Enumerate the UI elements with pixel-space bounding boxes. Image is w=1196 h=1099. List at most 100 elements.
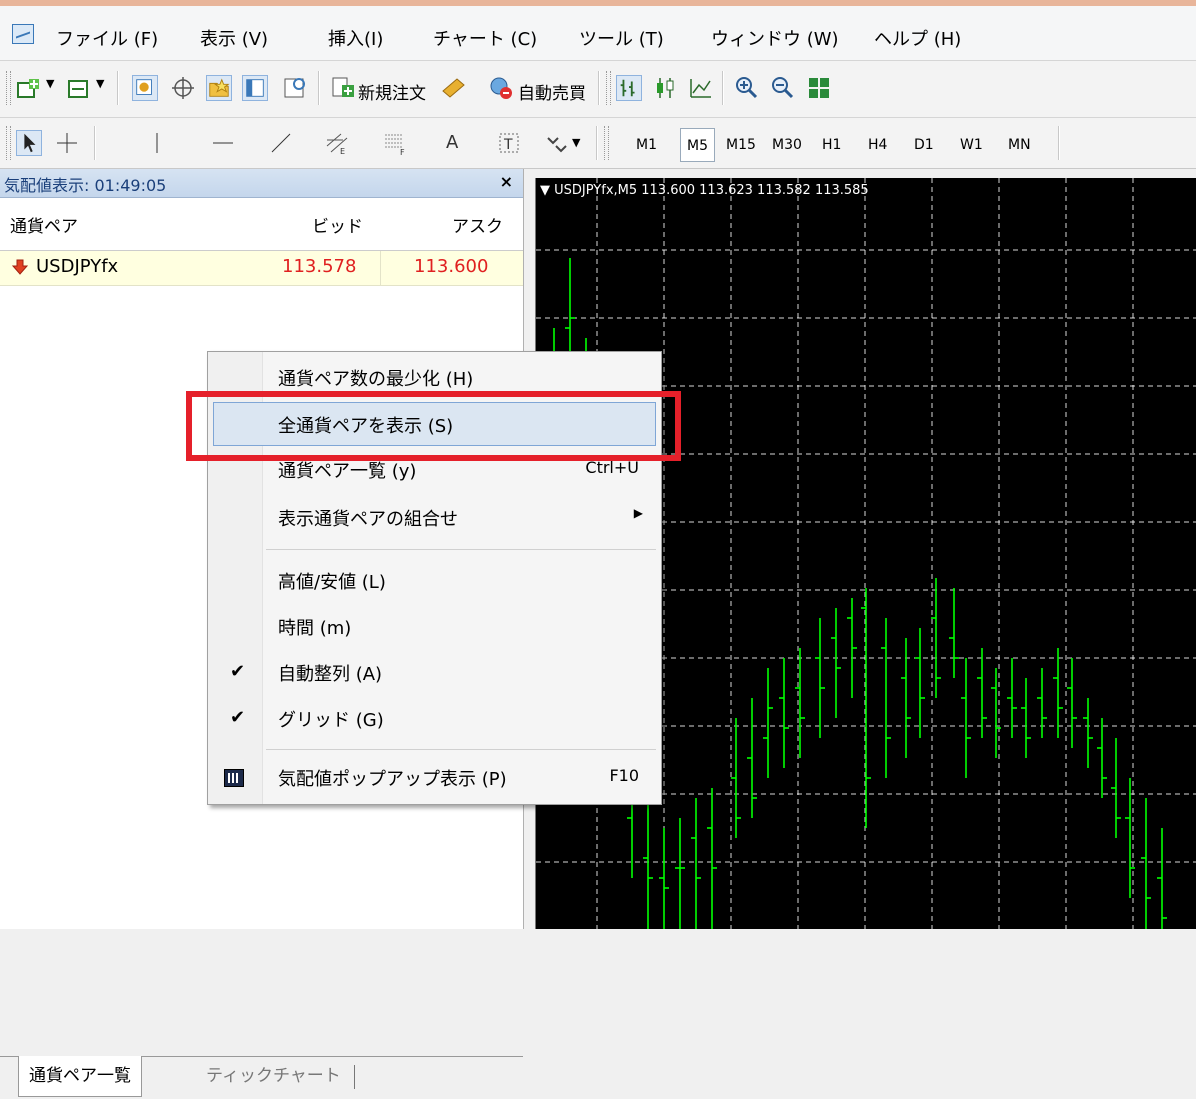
menu-file[interactable]: ファイル (F): [56, 25, 158, 51]
market-watch-header: 通貨ペア ビッド アスク: [0, 198, 523, 251]
chart-header: ▼ USDJPYfx,M5 113.600 113.623 113.582 11…: [540, 183, 869, 198]
svg-text:F: F: [400, 148, 405, 156]
table-row[interactable]: USDJPYfx 113.578 113.600: [0, 251, 523, 286]
metaeditor-icon[interactable]: [440, 75, 466, 101]
menu-item-symbol-sets[interactable]: 表示通貨ペアの組合せ ▶: [208, 496, 661, 540]
timeframe-h4[interactable]: H4: [862, 128, 893, 162]
strategy-tester-icon[interactable]: [282, 75, 308, 101]
timeframe-mn[interactable]: MN: [1002, 128, 1037, 162]
equidistant-channel-icon[interactable]: E: [324, 130, 350, 156]
menu-chart[interactable]: チャート (C): [433, 25, 537, 51]
market-watch-tabs: 通貨ペア一覧 ティックチャート: [0, 1056, 523, 1099]
menu-item-label: 高値/安値 (L): [278, 572, 386, 593]
symbol-cell: USDJPYfx: [36, 256, 119, 277]
tab-divider: [354, 1065, 355, 1089]
dropdown-arrow-icon[interactable]: ▼: [572, 136, 580, 149]
menu-item-label: グリッド (G): [278, 710, 384, 731]
text-label-icon[interactable]: T: [496, 130, 522, 156]
auto-trading-icon[interactable]: [488, 75, 514, 101]
timeframe-m5[interactable]: M5: [680, 128, 715, 162]
timeframe-m30[interactable]: M30: [766, 128, 808, 162]
trendline-icon[interactable]: [268, 130, 294, 156]
data-window-crosshair-icon[interactable]: [170, 75, 196, 101]
timeframe-m1[interactable]: M1: [630, 128, 663, 162]
bid-cell: 113.578: [282, 256, 357, 277]
text-tool-icon[interactable]: A: [446, 132, 458, 153]
toolbar-grip[interactable]: [606, 71, 611, 105]
cursor-icon[interactable]: [16, 130, 42, 156]
toolbar-grip[interactable]: [604, 126, 609, 160]
new-order-icon[interactable]: [330, 75, 356, 101]
toolbar-grip[interactable]: [6, 71, 11, 105]
tab-tick-chart[interactable]: ティックチャート: [196, 1056, 351, 1097]
menu-item-label: 表示通貨ペアの組合せ: [278, 509, 458, 530]
menu-view[interactable]: 表示 (V): [200, 25, 268, 51]
ask-cell: 113.600: [414, 256, 489, 277]
menu-item-auto-arrange[interactable]: ✔ 自動整列 (A): [208, 651, 661, 695]
menu-item-label: 通貨ペア数の最少化 (H): [278, 369, 474, 390]
menu-item-high-low[interactable]: 高値/安値 (L): [208, 559, 661, 603]
zoom-in-icon[interactable]: [734, 75, 760, 101]
down-arrow-icon: [12, 259, 28, 275]
tile-windows-icon[interactable]: [806, 75, 832, 101]
menu-item-shortcut: F10: [609, 766, 639, 785]
vertical-line-icon[interactable]: [144, 130, 170, 156]
close-icon[interactable]: ×: [500, 172, 513, 191]
highlight-annotation-box: [186, 391, 681, 461]
menu-separator: [266, 749, 656, 750]
cell-divider: [380, 251, 381, 285]
market-watch-title: 気配値表示: 01:49:05: [4, 176, 167, 195]
zoom-out-icon[interactable]: [770, 75, 796, 101]
svg-text:E: E: [340, 147, 345, 156]
market-watch-toggle-icon[interactable]: [132, 75, 158, 101]
menu-help[interactable]: ヘルプ (H): [874, 25, 961, 51]
column-header-symbol[interactable]: 通貨ペア: [10, 212, 78, 237]
navigator-icon[interactable]: [206, 75, 232, 101]
dropdown-arrow-icon[interactable]: ▼: [96, 77, 104, 90]
profiles-icon[interactable]: [66, 77, 92, 103]
toolbar-separator: [596, 126, 598, 160]
line-chart-icon[interactable]: [688, 75, 714, 101]
menu-tools[interactable]: ツール (T): [579, 25, 664, 51]
toolbar-separator: [117, 71, 119, 105]
menu-window[interactable]: ウィンドウ (W): [711, 25, 839, 51]
column-header-ask[interactable]: アスク: [452, 212, 503, 237]
menu-item-label: 気配値ポップアップ表示 (P): [278, 769, 507, 790]
menu-item-grid[interactable]: ✔ グリッド (G): [208, 697, 661, 741]
fibonacci-icon[interactable]: F: [382, 130, 408, 156]
menu-bar: ファイル (F) 表示 (V) 挿入(I) チャート (C) ツール (T) ウ…: [0, 6, 1196, 61]
timeframe-m15[interactable]: M15: [720, 128, 762, 162]
horizontal-line-icon[interactable]: [210, 130, 236, 156]
standard-toolbar: ▼ ▼ 新規注文 自動売買: [0, 61, 1196, 118]
new-chart-icon[interactable]: [16, 77, 42, 103]
toolbar-separator: [94, 126, 96, 160]
market-watch-titlebar: 気配値表示: 01:49:05 ×: [0, 169, 523, 198]
terminal-icon[interactable]: [242, 75, 268, 101]
timeframe-d1[interactable]: D1: [908, 128, 940, 162]
dropdown-arrow-icon[interactable]: ▼: [46, 77, 54, 90]
new-order-label[interactable]: 新規注文: [358, 79, 426, 104]
toolbar-grip[interactable]: [6, 126, 11, 160]
toolbar-separator: [318, 71, 320, 105]
tab-symbols[interactable]: 通貨ペア一覧: [18, 1056, 142, 1097]
menu-item-time[interactable]: 時間 (m): [208, 605, 661, 649]
menu-item-popup-prices[interactable]: 気配値ポップアップ表示 (P) F10: [208, 756, 661, 800]
timeframe-h1[interactable]: H1: [816, 128, 847, 162]
menu-item-label: 時間 (m): [278, 618, 352, 639]
crosshair-icon[interactable]: [54, 130, 80, 156]
chart-header-text: USDJPYfx,M5 113.600 113.623 113.582 113.…: [554, 183, 869, 198]
menu-item-label: 自動整列 (A): [278, 664, 383, 685]
submenu-arrow-icon: ▶: [633, 506, 643, 520]
app-icon[interactable]: [12, 24, 34, 44]
toolbar-separator: [598, 71, 600, 105]
menu-separator: [266, 549, 656, 550]
checkmark-icon: ✔: [230, 661, 246, 682]
menu-insert[interactable]: 挿入(I): [328, 25, 383, 51]
auto-trading-label[interactable]: 自動売買: [518, 79, 586, 104]
candlestick-icon[interactable]: [652, 75, 678, 101]
arrows-icon[interactable]: [544, 130, 570, 156]
popup-prices-icon: [224, 769, 244, 787]
timeframe-w1[interactable]: W1: [954, 128, 989, 162]
column-header-bid[interactable]: ビッド: [312, 212, 363, 237]
bar-chart-icon[interactable]: [616, 75, 642, 101]
